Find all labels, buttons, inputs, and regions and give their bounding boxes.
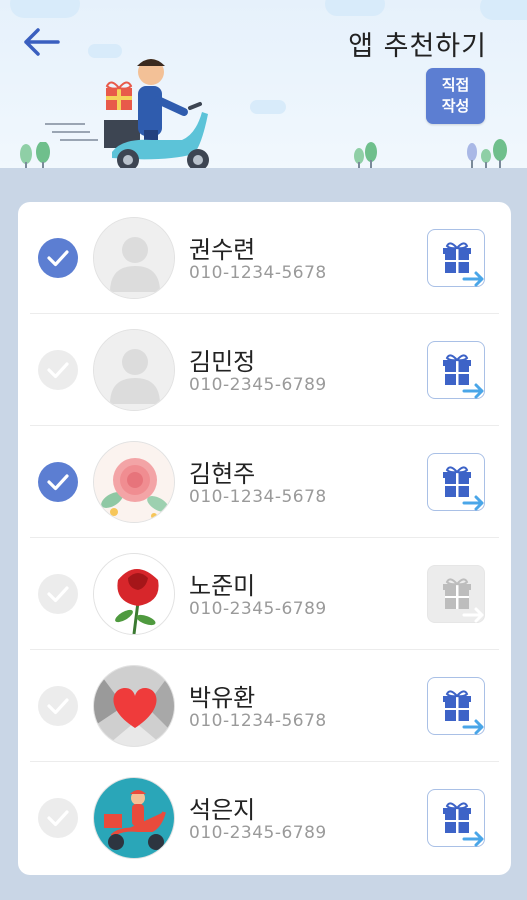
contact-row[interactable]: 권수련 010-1234-5678	[18, 202, 511, 314]
select-checkbox[interactable]	[38, 798, 78, 838]
write-button-line1: 직접	[441, 76, 470, 94]
cloud-decoration	[10, 0, 80, 18]
contact-list: 권수련 010-1234-5678 김민정 010-2345-6789 김현주 …	[18, 202, 511, 875]
avatar-default-person	[93, 329, 175, 411]
avatar-red-heart	[93, 665, 175, 747]
send-gift-button[interactable]	[427, 341, 485, 399]
contact-name: 김현주	[189, 460, 256, 488]
cloud-decoration	[480, 0, 527, 20]
contact-phone: 010-2345-6789	[189, 823, 327, 843]
tree-decoration	[467, 139, 507, 170]
send-gift-button[interactable]	[427, 677, 485, 735]
send-gift-button[interactable]	[427, 453, 485, 511]
avatar-default-person	[93, 217, 175, 299]
avatar-rose-watercolor	[93, 441, 175, 523]
gift-send-icon	[443, 690, 484, 735]
contact-name: 박유환	[189, 684, 256, 712]
send-gift-button[interactable]	[427, 565, 485, 623]
gift-send-icon	[443, 802, 484, 847]
cloud-decoration	[250, 100, 286, 114]
check-icon	[47, 810, 69, 827]
contact-phone: 010-1234-5678	[189, 711, 327, 731]
check-icon	[47, 250, 69, 267]
check-icon	[47, 474, 69, 491]
send-gift-button[interactable]	[427, 229, 485, 287]
contact-phone: 010-2345-6789	[189, 599, 327, 619]
select-checkbox[interactable]	[38, 462, 78, 502]
select-checkbox[interactable]	[38, 238, 78, 278]
select-checkbox[interactable]	[38, 350, 78, 390]
contact-name: 김민정	[189, 348, 256, 376]
check-icon	[47, 698, 69, 715]
app-header: 앱 추천하기 직접 작성	[0, 0, 527, 180]
send-gift-button[interactable]	[427, 789, 485, 847]
ground-strip	[0, 168, 527, 180]
check-icon	[47, 586, 69, 603]
contact-name: 석은지	[189, 796, 256, 824]
delivery-scooter-illustration	[45, 59, 209, 171]
contact-phone: 010-2345-6789	[189, 375, 327, 395]
contact-row[interactable]: 김현주 010-1234-5678	[18, 426, 511, 538]
gift-send-icon	[443, 466, 484, 511]
avatar-red-rose	[93, 553, 175, 635]
contact-phone: 010-1234-5678	[189, 487, 327, 507]
select-checkbox[interactable]	[38, 574, 78, 614]
gift-send-icon	[443, 578, 484, 623]
avatar-delivery-scooter	[93, 777, 175, 859]
cloud-decoration	[325, 0, 385, 16]
gift-send-icon	[443, 242, 484, 287]
check-icon	[47, 362, 69, 379]
direct-write-button[interactable]: 직접 작성	[426, 68, 485, 124]
contact-row[interactable]: 김민정 010-2345-6789	[18, 314, 511, 426]
select-checkbox[interactable]	[38, 686, 78, 726]
contact-row[interactable]: 노준미 010-2345-6789	[18, 538, 511, 650]
contact-row[interactable]: 박유환 010-1234-5678	[18, 650, 511, 762]
write-button-line2: 작성	[441, 97, 470, 115]
contact-name: 노준미	[189, 572, 256, 600]
contact-phone: 010-1234-5678	[189, 263, 327, 283]
contact-name: 권수련	[189, 236, 256, 264]
page-title: 앱 추천하기	[348, 31, 487, 62]
contact-row[interactable]: 석은지 010-2345-6789	[18, 762, 511, 874]
gift-send-icon	[443, 354, 484, 399]
